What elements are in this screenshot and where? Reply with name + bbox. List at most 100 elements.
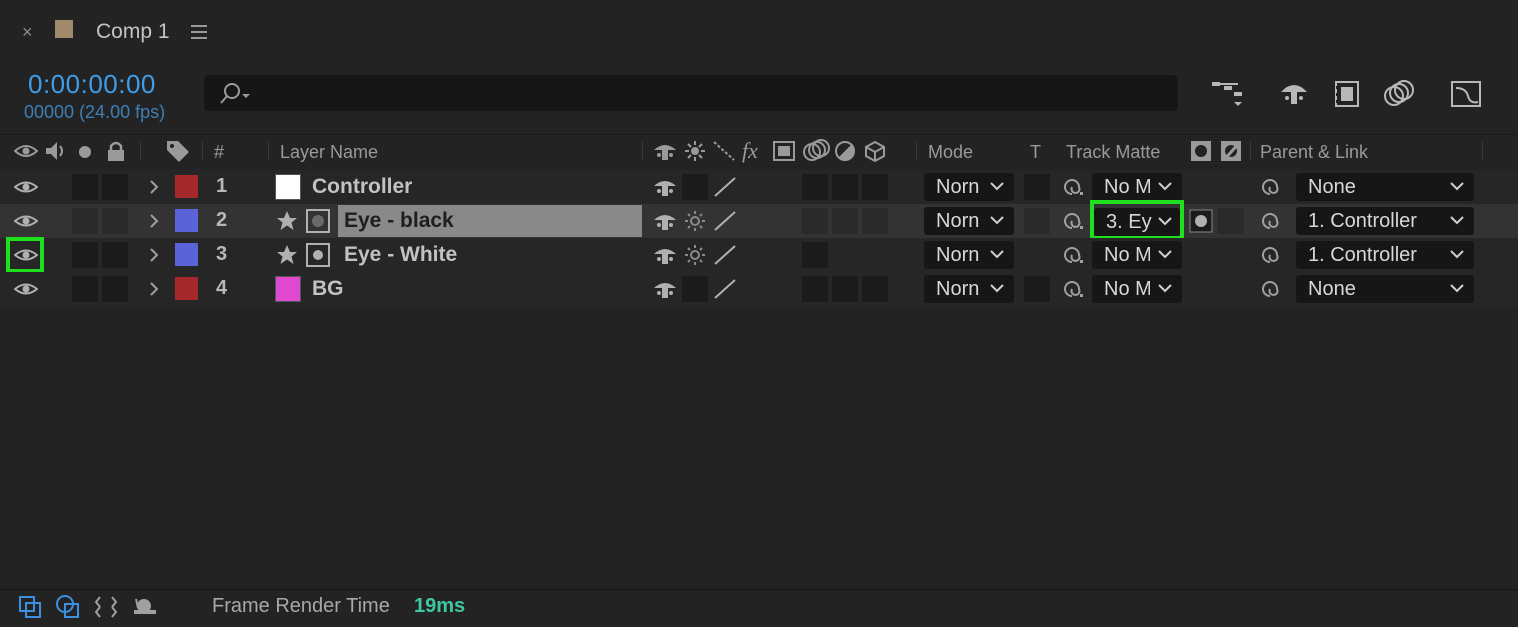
motion-blur-icon[interactable]	[1382, 78, 1416, 110]
lock-toggle[interactable]	[102, 276, 128, 302]
solo-column-dot-icon[interactable]	[78, 145, 92, 159]
3d-layer-cube-icon	[864, 140, 886, 162]
preserve-transparency-toggle[interactable]	[1024, 208, 1050, 234]
transfer-controls-toggle-icon[interactable]	[55, 594, 81, 620]
motion-blur-switch[interactable]	[802, 174, 828, 200]
quality-switch-icon[interactable]	[712, 209, 738, 233]
collapse-switch[interactable]	[682, 174, 708, 200]
quality-switch-icon[interactable]	[712, 175, 738, 199]
layer-switches-toggle-icon[interactable]	[18, 595, 42, 619]
shy-switch-icon[interactable]	[652, 244, 678, 266]
parent-pickwhip-icon[interactable]	[1258, 210, 1284, 232]
parent-dropdown[interactable]: None	[1296, 275, 1474, 303]
matte-alpha-toggle-icon[interactable]	[1189, 209, 1213, 233]
quality-switch-icon[interactable]	[712, 243, 738, 267]
eye-visibility-icon[interactable]	[14, 281, 38, 297]
video-column-eye-icon[interactable]	[14, 142, 38, 160]
solo-toggle[interactable]	[72, 208, 98, 234]
expand-chevron-icon[interactable]	[148, 281, 160, 297]
quality-switch-icon[interactable]	[712, 277, 738, 301]
label-color-swatch[interactable]	[175, 277, 198, 300]
collapse-switch[interactable]	[682, 276, 708, 302]
layer-name-selected-field[interactable]: Eye - black	[338, 205, 642, 237]
parent-dropdown[interactable]: 1. Controller	[1296, 241, 1474, 269]
solo-toggle[interactable]	[72, 242, 98, 268]
current-time-display[interactable]: 0:00:00:00	[28, 69, 156, 100]
expand-chevron-icon[interactable]	[148, 179, 160, 195]
3d-switch[interactable]	[862, 276, 888, 302]
chevron-down-icon	[1158, 284, 1172, 293]
render-time-snail-icon[interactable]	[130, 596, 158, 616]
matte-invert-toggle[interactable]	[1218, 208, 1244, 234]
matte-pickwhip-icon[interactable]	[1060, 278, 1086, 300]
layer-name[interactable]: Eye - black	[344, 209, 454, 233]
layer-row-4[interactable]: 4 BG Norn No M None	[0, 272, 1518, 306]
column-mode[interactable]: Mode	[928, 142, 973, 163]
graph-editor-icon[interactable]	[1450, 78, 1484, 110]
column-track-matte[interactable]: Track Matte	[1066, 142, 1160, 163]
shy-layers-icon[interactable]	[1278, 78, 1310, 110]
motion-blur-switch[interactable]	[802, 242, 828, 268]
layer-name[interactable]: Controller	[312, 175, 412, 199]
expand-chevron-icon[interactable]	[148, 213, 160, 229]
audio-column-speaker-icon[interactable]	[44, 140, 70, 162]
mode-dropdown[interactable]: Norn	[924, 241, 1014, 269]
matte-pickwhip-icon[interactable]	[1060, 244, 1086, 266]
matte-pickwhip-icon[interactable]	[1060, 176, 1086, 198]
label-color-swatch[interactable]	[175, 209, 198, 232]
lock-toggle[interactable]	[102, 208, 128, 234]
panel-menu-icon[interactable]	[191, 25, 209, 39]
motion-blur-switch[interactable]	[802, 276, 828, 302]
layer-search-input[interactable]	[204, 75, 1178, 111]
mode-dropdown[interactable]: Norn	[924, 173, 1014, 201]
parent-pickwhip-icon[interactable]	[1258, 244, 1284, 266]
track-matte-dropdown[interactable]: No M	[1092, 275, 1182, 303]
layer-name[interactable]: BG	[312, 277, 344, 301]
comp-flowchart-icon[interactable]	[1210, 78, 1246, 110]
parent-dropdown[interactable]: None	[1296, 173, 1474, 201]
layer-row-1[interactable]: 1 Controller Norn No M None	[0, 170, 1518, 204]
close-tab-button[interactable]: ×	[22, 22, 33, 43]
preserve-transparency-toggle[interactable]	[1024, 276, 1050, 302]
collapse-sun-icon[interactable]	[684, 244, 706, 266]
track-matte-dropdown[interactable]: No M	[1092, 173, 1182, 201]
shy-switch-icon[interactable]	[652, 176, 678, 198]
lock-toggle[interactable]	[102, 242, 128, 268]
solo-toggle[interactable]	[72, 276, 98, 302]
parent-dropdown[interactable]: 1. Controller	[1296, 207, 1474, 235]
solo-toggle[interactable]	[72, 174, 98, 200]
mode-dropdown[interactable]: Norn	[924, 207, 1014, 235]
shy-switch-icon[interactable]	[652, 210, 678, 232]
expand-chevron-icon[interactable]	[148, 247, 160, 263]
3d-switch[interactable]	[862, 174, 888, 200]
collapse-sun-icon[interactable]	[684, 210, 706, 232]
frame-blending-icon[interactable]	[1332, 78, 1362, 110]
adjustment-switch[interactable]	[832, 276, 858, 302]
lock-column-icon[interactable]	[106, 140, 126, 162]
parent-pickwhip-icon[interactable]	[1258, 278, 1284, 300]
label-color-swatch[interactable]	[175, 175, 198, 198]
chevron-down-icon	[990, 216, 1004, 225]
column-parent-link[interactable]: Parent & Link	[1260, 142, 1368, 163]
track-matte-dropdown[interactable]: No M	[1092, 241, 1182, 269]
layer-row-3[interactable]: 3 Eye - White Norn No M 1. Controller	[0, 237, 1518, 273]
eye-visibility-icon[interactable]	[14, 179, 38, 195]
label-color-swatch[interactable]	[175, 243, 198, 266]
matte-pickwhip-icon[interactable]	[1060, 210, 1086, 232]
in-out-toggle-icon[interactable]	[94, 595, 118, 619]
shy-switch-icon[interactable]	[652, 278, 678, 300]
column-layer-name[interactable]: Layer Name	[280, 142, 378, 163]
preserve-transparency-toggle[interactable]	[1024, 174, 1050, 200]
layer-name[interactable]: Eye - White	[344, 243, 457, 267]
lock-toggle[interactable]	[102, 174, 128, 200]
3d-switch[interactable]	[862, 208, 888, 234]
comp-tab-title[interactable]: Comp 1	[96, 20, 170, 44]
layer-row-2[interactable]: 2 Eye - black Norn 3. Ey 1. Controller	[0, 200, 1518, 240]
parent-pickwhip-icon[interactable]	[1258, 176, 1284, 198]
adjustment-switch[interactable]	[832, 174, 858, 200]
adjustment-switch[interactable]	[832, 208, 858, 234]
label-tag-icon[interactable]	[165, 139, 191, 163]
eye-visibility-icon[interactable]	[14, 213, 38, 229]
motion-blur-switch[interactable]	[802, 208, 828, 234]
mode-dropdown[interactable]: Norn	[924, 275, 1014, 303]
